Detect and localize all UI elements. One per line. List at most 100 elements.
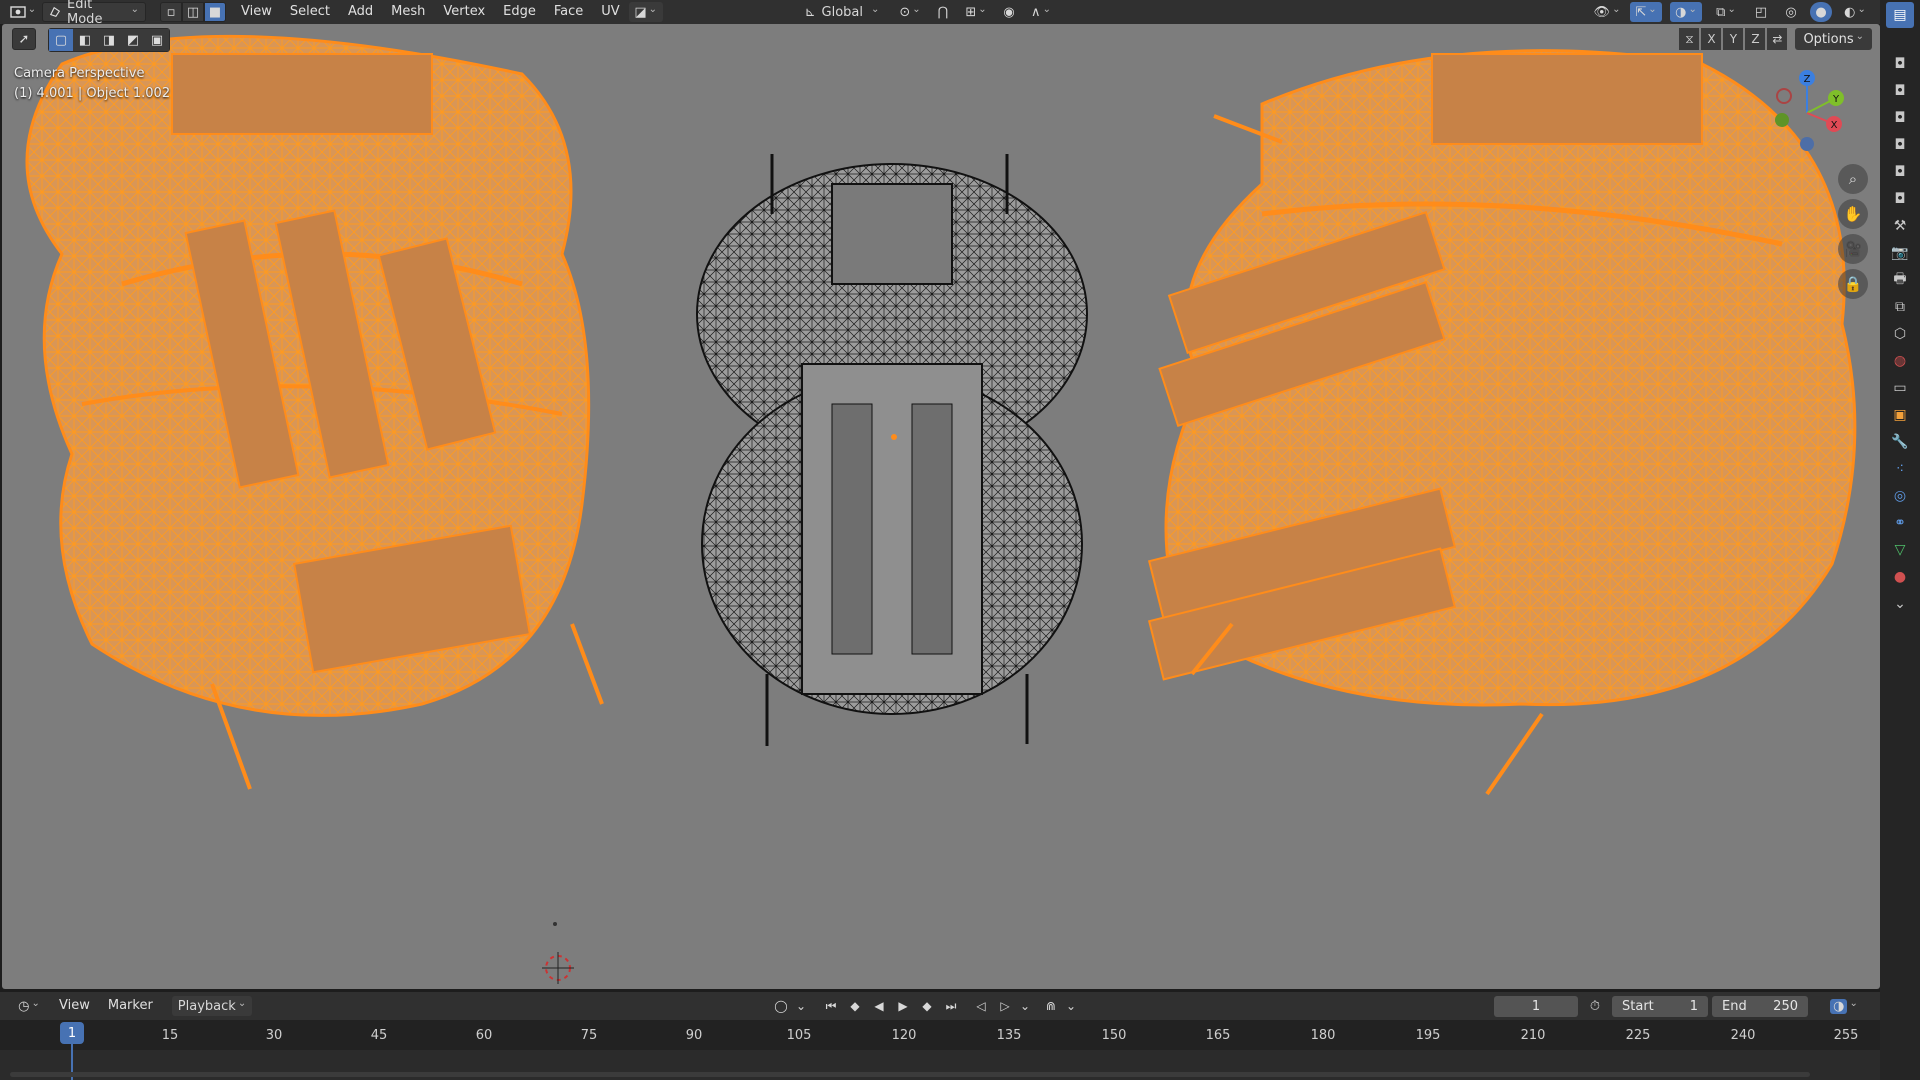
sync-dropdown-icon[interactable]: ⌄ (1018, 996, 1032, 1016)
menu-add[interactable]: Add (339, 2, 382, 22)
mirror-x-toggle[interactable]: X (1701, 28, 1722, 50)
camera-layer-6-icon[interactable]: ◘ (1886, 186, 1914, 212)
keying-dropdown-icon[interactable]: ⌄ (1064, 996, 1078, 1016)
timeline-menu-view[interactable]: View (50, 996, 99, 1016)
tool-properties-icon[interactable]: ⚒ (1886, 213, 1914, 239)
editor-type-icon[interactable] (8, 2, 38, 22)
snap-target-icon[interactable]: ⊞ (960, 2, 992, 22)
options-dropdown[interactable]: Options (1795, 28, 1872, 50)
record-options-icon[interactable]: ⌄ (794, 996, 808, 1016)
collection-properties-icon[interactable]: ▭ (1886, 375, 1914, 401)
editor-menu-icon[interactable]: ▤ (1886, 2, 1914, 28)
menu-vertex[interactable]: Vertex (434, 2, 494, 22)
material-properties-icon[interactable]: ● (1886, 564, 1914, 590)
lock-view-icon[interactable]: 🔒 (1838, 269, 1868, 299)
timeline-area[interactable]: 15 30 45 60 75 90 105 120 135 150 165 18… (0, 1020, 1880, 1080)
proportional-edit-icon[interactable]: ◉ (998, 2, 1020, 22)
menu-face[interactable]: Face (545, 2, 592, 22)
zoom-icon[interactable]: ⌕ (1838, 164, 1868, 194)
output-properties-icon[interactable]: 🖶 (1886, 267, 1914, 293)
material-shading-icon[interactable]: ◐ (1840, 2, 1870, 22)
jump-end-icon[interactable]: ⏭ (940, 996, 962, 1016)
render-properties-icon[interactable]: 📷 (1886, 240, 1914, 266)
mesh-overlay-icon[interactable]: ⧉ (1710, 2, 1742, 22)
3d-cursor[interactable] (542, 952, 574, 984)
falloff-icon[interactable]: ∧ (1026, 2, 1056, 22)
mirror-z-toggle[interactable]: Z (1745, 28, 1766, 50)
jump-start-icon[interactable]: ⏮ (820, 996, 842, 1016)
current-frame-field[interactable]: 1 (1494, 996, 1578, 1017)
select-subtract-icon[interactable]: ◨ (97, 29, 121, 51)
snap-magnet-icon[interactable]: ⋂ (932, 2, 954, 22)
timeline-menu-marker[interactable]: Marker (99, 996, 162, 1016)
more-tabs-icon[interactable]: ⌄ (1886, 591, 1914, 617)
solid-shading-icon[interactable]: ● (1810, 2, 1832, 22)
physics-properties-icon[interactable]: ◎ (1886, 483, 1914, 509)
edge-select-icon[interactable]: ◫ (182, 2, 204, 22)
play-reverse-icon[interactable]: ◀ (868, 996, 890, 1016)
mirror-y-toggle[interactable]: Y (1723, 28, 1744, 50)
select-intersect-icon[interactable]: ▣ (145, 29, 169, 51)
vertex-select-icon[interactable]: ▫ (160, 2, 182, 22)
face-select-icon[interactable]: ■ (204, 2, 226, 22)
visibility-icon[interactable]: 👁 (1592, 2, 1622, 22)
object-properties-icon[interactable]: ▣ (1886, 402, 1914, 428)
start-frame-field[interactable]: Start 1 (1612, 996, 1708, 1017)
camera-layer-5-icon[interactable]: ◘ (1886, 159, 1914, 185)
camera-layer-4-icon[interactable]: ◘ (1886, 132, 1914, 158)
playback-dropdown[interactable]: Playback (171, 996, 253, 1016)
navigation-gizmo[interactable]: Z Y X (1762, 68, 1852, 158)
menu-uv[interactable]: UV (592, 2, 628, 22)
next-marker-icon[interactable]: ▷ (994, 996, 1016, 1016)
gizmo-neg-z[interactable] (1800, 137, 1814, 151)
menu-mesh[interactable]: Mesh (382, 2, 434, 22)
gizmo-neg-y[interactable] (1775, 113, 1789, 127)
menu-edge[interactable]: Edge (494, 2, 545, 22)
select-new-icon[interactable]: ▢ (49, 29, 73, 51)
uv-sync-icon[interactable]: ◪ (628, 2, 663, 22)
pan-hand-icon[interactable]: ✋ (1838, 199, 1868, 229)
timeline-editor-icon[interactable]: ◷ (14, 996, 44, 1016)
camera-layer-3-icon[interactable]: ◘ (1886, 105, 1914, 131)
select-tool-icon[interactable]: ➚ (12, 28, 36, 50)
overlay-toggle-icon[interactable]: ◑ (1670, 2, 1702, 22)
wireframe-shading-icon[interactable]: ◎ (1780, 2, 1802, 22)
modifier-properties-icon[interactable]: 🔧 (1886, 429, 1914, 455)
prev-keyframe-icon[interactable]: ◆ (844, 996, 866, 1016)
menu-view[interactable]: View (232, 2, 281, 22)
playhead[interactable]: 1 (60, 1022, 84, 1044)
preview-range-icon[interactable]: ⏱ (1584, 996, 1606, 1016)
auto-key-icon[interactable]: ⋒ (1040, 996, 1062, 1016)
orientation-dropdown[interactable]: ⊾ Global (796, 2, 888, 22)
topology-mirror-icon[interactable]: ⇄ (1767, 28, 1788, 50)
play-icon[interactable]: ▶ (892, 996, 914, 1016)
gizmo-toggle-icon[interactable]: ⇱ (1630, 2, 1662, 22)
end-frame-field[interactable]: End 250 (1712, 996, 1808, 1017)
menu-select[interactable]: Select (281, 2, 339, 22)
select-extend-icon[interactable]: ◧ (73, 29, 97, 51)
data-properties-icon[interactable]: ▽ (1886, 537, 1914, 563)
record-icon[interactable]: ◯ (770, 996, 792, 1016)
particles-properties-icon[interactable]: ⁖ (1886, 456, 1914, 482)
viewport-tool-header: ➚ ▢ ◧ ◨ ◩ ▣ (12, 28, 170, 52)
options-label: Options (1803, 31, 1854, 47)
pivot-icon[interactable]: ⊙ (894, 2, 926, 22)
xray-icon[interactable]: ◰ (1750, 2, 1772, 22)
constraints-properties-icon[interactable]: ⚭ (1886, 510, 1914, 536)
3d-viewport[interactable]: ➚ ▢ ◧ ◨ ◩ ▣ Camera Perspective (1) 4.001… (2, 24, 1880, 989)
next-keyframe-icon[interactable]: ◆ (916, 996, 938, 1016)
mode-dropdown[interactable]: Edit Mode (42, 0, 146, 27)
camera-view-icon[interactable]: 🎥 (1838, 234, 1868, 264)
camera-layer-2-icon[interactable]: ◘ (1886, 78, 1914, 104)
world-properties-icon[interactable]: ◍ (1886, 348, 1914, 374)
camera-layer-1-icon[interactable]: ◘ (1886, 51, 1914, 77)
frame-ruler[interactable]: 15 30 45 60 75 90 105 120 135 150 165 18… (0, 1020, 1880, 1050)
mirror-icon[interactable]: ⧖ (1679, 28, 1700, 50)
select-invert-icon[interactable]: ◩ (121, 29, 145, 51)
timeline-overlay-icon[interactable]: ◑ (1824, 996, 1864, 1016)
scene-properties-icon[interactable]: ⬡ (1886, 321, 1914, 347)
gizmo-neg-x[interactable] (1776, 88, 1792, 104)
prev-marker-icon[interactable]: ◁ (970, 996, 992, 1016)
timeline-scrollbar[interactable] (10, 1072, 1810, 1077)
view-layer-icon[interactable]: ⧉ (1886, 294, 1914, 320)
